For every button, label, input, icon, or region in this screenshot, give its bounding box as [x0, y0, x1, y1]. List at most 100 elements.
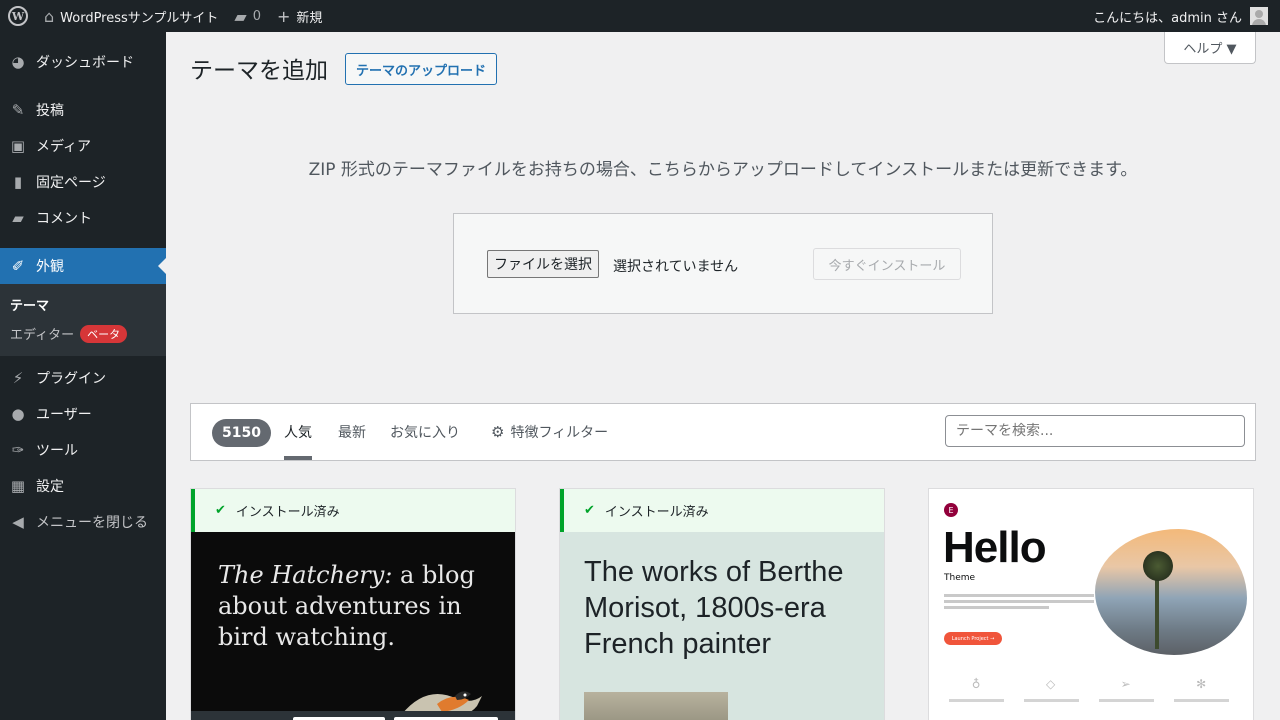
install-now-button[interactable]: 今すぐインストール — [813, 248, 961, 280]
upload-form: ファイルを選択 選択されていません 今すぐインストール — [453, 213, 993, 314]
comments-link[interactable]: ▰ 0 — [226, 0, 269, 32]
menu-label: ツール — [36, 443, 78, 459]
pin-icon: ✎ — [11, 101, 25, 119]
installed-label: インストール済み — [604, 505, 709, 520]
cactus-head — [1143, 551, 1173, 581]
menu-label: 固定ページ — [36, 175, 106, 191]
menu-label: ダッシュボード — [36, 55, 134, 71]
menu-tools[interactable]: ✑ ツール — [0, 432, 166, 468]
installed-notice: ✔ インストール済み — [191, 489, 515, 532]
main-content: ヘルプ ▼ テーマを追加 テーマのアップロード ZIP 形式のテーマファイルをお… — [166, 32, 1280, 720]
plus-icon: + — [277, 6, 291, 26]
site-name: WordPressサンプルサイト — [60, 10, 219, 26]
menu-media[interactable]: ▣ メディア — [0, 128, 166, 164]
plugin-icon: ⚡ — [12, 369, 24, 387]
snowflake-icon: ✻ — [1196, 677, 1207, 691]
lightbulb-icon: ♁ — [971, 677, 981, 691]
collapse-icon: ◀ — [12, 513, 24, 531]
media-icon: ▣ — [10, 137, 26, 155]
theme-preview-text: The Hatchery: a blog about adventures in… — [218, 560, 488, 653]
dashboard-icon: ◕ — [11, 53, 25, 71]
admin-bar: W ⌂ WordPressサンプルサイト ▰ 0 + 新規 こんにちは、admi… — [0, 0, 1280, 32]
feature-icons: ♁ ◇ ➢ ✻ — [939, 677, 1239, 691]
new-label: 新規 — [296, 10, 323, 26]
check-icon: ✔ — [215, 503, 226, 518]
theme-screenshot: The works of Berthe Morisot, 1800s-era F… — [560, 532, 884, 720]
preview-italic: The Hatchery: — [218, 561, 393, 589]
installed-label: インストール済み — [235, 505, 340, 520]
theme-preview-title: Hello — [943, 523, 1047, 572]
beta-badge: ベータ — [80, 324, 128, 343]
menu-pages[interactable]: ▮ 固定ページ — [0, 164, 166, 200]
upload-description: ZIP 形式のテーマファイルをお持ちの場合、こちらからアップロードしてインストー… — [308, 160, 1138, 180]
home-icon: ⌂ — [44, 6, 55, 26]
tab-latest[interactable]: 最新 — [338, 404, 366, 460]
tab-favorites[interactable]: お気に入り — [390, 404, 460, 460]
card-footer — [191, 711, 515, 720]
new-content-menu[interactable]: + 新規 — [269, 0, 330, 32]
theme-card[interactable]: ✔ インストール済み The Hatchery: a blog about ad… — [190, 488, 516, 720]
installed-notice: ✔ インストール済み — [560, 489, 884, 532]
theme-screenshot: E Hello Theme Launch Project → ♁ ◇ ➢ ✻ — [929, 489, 1253, 720]
menu-label: コメント — [36, 211, 92, 227]
choose-file-button[interactable]: ファイルを選択 — [487, 250, 599, 278]
menu-label: 投稿 — [36, 103, 64, 119]
submenu-label: エディター — [10, 328, 75, 343]
feature-filter-label: 特徴フィルター — [510, 425, 609, 441]
settings-icon: ▦ — [10, 477, 26, 495]
menu-settings[interactable]: ▦ 設定 — [0, 468, 166, 504]
theme-card[interactable]: E Hello Theme Launch Project → ♁ ◇ ➢ ✻ — [928, 488, 1254, 720]
tab-popular[interactable]: 人気 — [284, 404, 312, 460]
menu-appearance[interactable]: ✐ 外観 — [0, 248, 166, 284]
menu-label: プラグイン — [36, 371, 106, 387]
theme-filter-bar: 5150 人気 最新 お気に入り ⚙ 特徴フィルター — [190, 403, 1256, 461]
placeholder-text-lines — [944, 594, 1094, 616]
menu-posts[interactable]: ✎ 投稿 — [0, 92, 166, 128]
menu-label: 外観 — [36, 259, 64, 275]
help-tab-button[interactable]: ヘルプ ▼ — [1164, 32, 1256, 64]
avatar — [1250, 7, 1268, 25]
theme-screenshot: The Hatchery: a blog about adventures in… — [191, 532, 515, 720]
page-icon: ▮ — [13, 173, 23, 191]
theme-count-badge: 5150 — [212, 419, 271, 447]
paper-plane-icon: ➢ — [1120, 677, 1131, 691]
submenu-themes[interactable]: テーマ — [0, 290, 166, 319]
wordpress-logo-icon: W — [8, 6, 28, 26]
upload-theme-button[interactable]: テーマのアップロード — [345, 53, 498, 85]
greeting: こんにちは、admin さん — [1093, 10, 1242, 26]
theme-preview-subtitle: Theme — [944, 573, 976, 583]
check-icon: ✔ — [584, 503, 595, 518]
my-account-menu[interactable]: こんにちは、admin さん — [1085, 0, 1268, 32]
user-icon: ● — [11, 405, 25, 423]
wrench-icon: ✑ — [11, 441, 25, 459]
menu-users[interactable]: ● ユーザー — [0, 396, 166, 432]
menu-label: 設定 — [36, 479, 64, 495]
wordpress-logo-menu[interactable]: W — [0, 0, 36, 32]
comment-bubble-icon: ▰ — [234, 6, 247, 26]
page-title: テーマを追加 — [190, 58, 328, 84]
theme-search-input[interactable] — [945, 415, 1245, 447]
file-status: 選択されていません — [613, 259, 739, 275]
menu-label: メニューを閉じる — [36, 515, 148, 531]
submenu-editor[interactable]: エディター ベータ — [0, 319, 166, 348]
site-name-link[interactable]: ⌂ WordPressサンプルサイト — [36, 0, 226, 32]
menu-dashboard[interactable]: ◕ ダッシュボード — [0, 44, 166, 80]
theme-card[interactable]: ✔ インストール済み The works of Berthe Morisot, … — [559, 488, 885, 720]
menu-plugins[interactable]: ⚡ プラグイン — [0, 360, 166, 396]
theme-preview-text: The works of Berthe Morisot, 1800s-era F… — [584, 556, 844, 660]
menu-label: メディア — [36, 139, 92, 155]
brush-icon: ✐ — [11, 257, 25, 275]
submenu-label: テーマ — [10, 299, 50, 314]
comment-icon: ▰ — [12, 209, 24, 227]
painting-image — [584, 692, 728, 720]
feature-filter-button[interactable]: ⚙ 特徴フィルター — [491, 404, 608, 460]
menu-comments[interactable]: ▰ コメント — [0, 200, 166, 236]
appearance-submenu: テーマ エディター ベータ — [0, 284, 166, 356]
cactus-photo — [1095, 529, 1247, 655]
diamond-icon: ◇ — [1045, 677, 1056, 691]
menu-collapse[interactable]: ◀ メニューを閉じる — [0, 504, 166, 540]
launch-project-button: Launch Project → — [944, 632, 1002, 645]
feature-text-lines — [939, 699, 1239, 702]
gear-icon: ⚙ — [491, 423, 505, 441]
admin-sidebar: ◕ ダッシュボード ✎ 投稿 ▣ メディア ▮ 固定ページ ▰ コメント ✐ 外… — [0, 32, 166, 720]
